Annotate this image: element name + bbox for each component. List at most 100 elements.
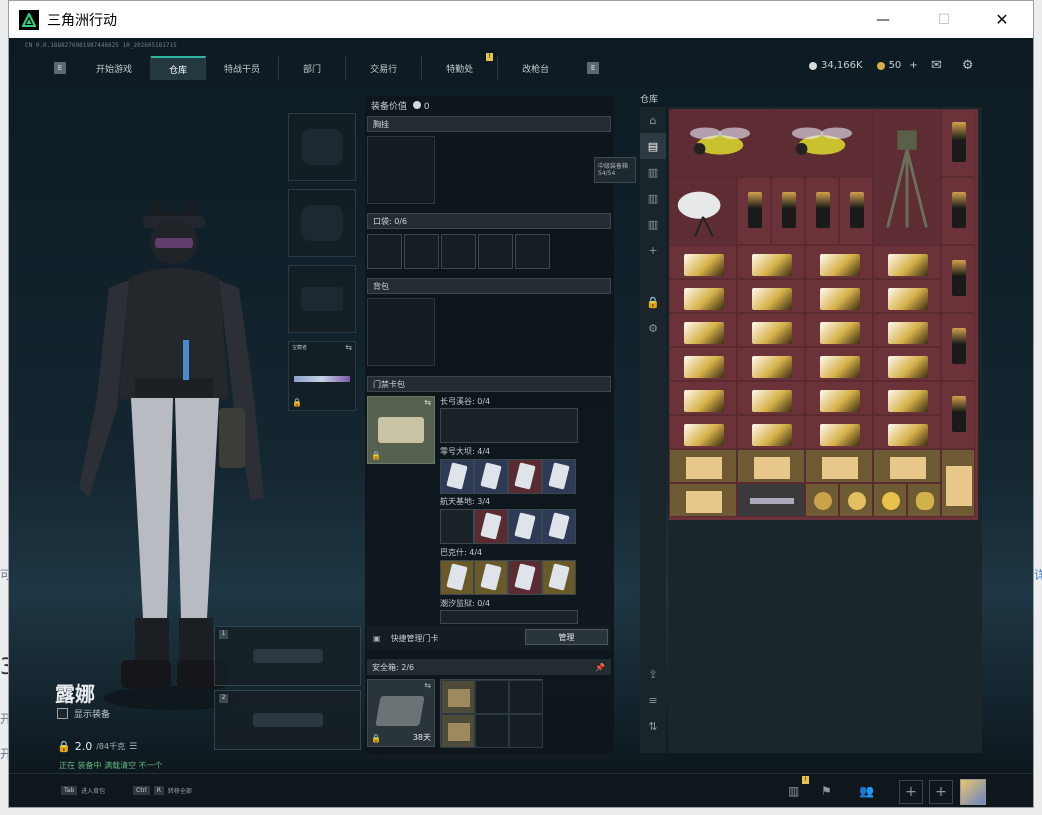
goods-package-item[interactable] — [873, 279, 941, 313]
goods-package-item[interactable] — [737, 245, 805, 279]
maximize-button[interactable]: ☐ — [921, 1, 967, 38]
scope-item[interactable] — [737, 483, 805, 517]
pocket-slot[interactable] — [441, 234, 476, 269]
goods-package-item[interactable] — [805, 245, 873, 279]
swap-icon[interactable]: ⇆ — [345, 343, 352, 352]
coffee-bag-item[interactable] — [941, 313, 975, 381]
container-tab-icon[interactable]: ▥ — [640, 159, 666, 185]
nav-next-key[interactable]: E — [587, 62, 600, 74]
gear-icon[interactable]: ⚙ — [962, 58, 974, 73]
pocket-slot[interactable] — [367, 234, 402, 269]
coffee-bag-item[interactable] — [771, 177, 805, 245]
coffee-bag-item[interactable] — [941, 245, 975, 313]
coffee-bag-item[interactable] — [805, 177, 839, 245]
tab-operators[interactable]: 特战干员 — [206, 56, 280, 80]
tab-warehouse[interactable]: 仓库 — [151, 56, 207, 80]
add-currency-button[interactable]: + — [909, 60, 917, 71]
goods-package-item[interactable] — [737, 415, 805, 449]
tab-start-game[interactable]: 开始游戏 — [78, 56, 152, 80]
manage-button[interactable]: 管理 — [525, 629, 608, 645]
add-tab-icon[interactable]: + — [640, 237, 666, 263]
goods-package-item[interactable] — [669, 381, 737, 415]
pin-icon[interactable]: 📌 — [595, 663, 605, 672]
goods-package-item[interactable] — [873, 381, 941, 415]
helmet-slot[interactable] — [288, 113, 356, 181]
goods-package-item[interactable] — [669, 313, 737, 347]
add-teammate-button[interactable]: + — [929, 780, 953, 804]
weapon-slot-2[interactable]: 2 — [214, 690, 361, 750]
goods-package-item[interactable] — [669, 245, 737, 279]
gold-item[interactable] — [907, 483, 941, 517]
coffee-bag-item[interactable] — [941, 381, 975, 449]
satellite-dish-item[interactable] — [669, 177, 737, 245]
checkbox[interactable] — [57, 708, 68, 719]
compass-item[interactable] — [805, 483, 839, 517]
wasp-drone-item[interactable] — [771, 109, 873, 177]
wasp-drone-item[interactable] — [669, 109, 771, 177]
coffee-bag-item[interactable] — [839, 177, 873, 245]
show-gear-toggle[interactable]: 显示装备 — [57, 707, 110, 720]
lock-icon[interactable]: 🔒 — [640, 289, 666, 315]
keycard-bag-slot[interactable]: 🔒 ⇆ — [367, 396, 435, 464]
magazine-item[interactable] — [441, 714, 475, 748]
chest-rig-slot[interactable] — [367, 136, 435, 204]
gear-icon[interactable]: ⚙ — [640, 315, 666, 341]
tripod-item[interactable] — [873, 109, 941, 245]
pocket-slot[interactable] — [515, 234, 550, 269]
document-item[interactable] — [805, 449, 873, 483]
add-teammate-button[interactable]: + — [899, 780, 923, 804]
flag-icon[interactable]: ⚑ — [821, 784, 832, 798]
document-item[interactable] — [941, 449, 975, 517]
weapon-slot-1[interactable]: 1 — [214, 626, 361, 686]
goods-package-item[interactable] — [873, 415, 941, 449]
goods-package-item[interactable] — [805, 347, 873, 381]
goods-package-item[interactable] — [737, 381, 805, 415]
container-tab-icon[interactable]: ▤ — [640, 133, 666, 159]
container-tab-icon[interactable]: ▥ — [640, 211, 666, 237]
tab-trading[interactable]: 交易行 — [346, 56, 423, 80]
gold-item[interactable] — [873, 483, 907, 517]
goods-package-item[interactable] — [873, 245, 941, 279]
goods-package-item[interactable] — [805, 381, 873, 415]
goods-package-item[interactable] — [669, 347, 737, 381]
sort-icon[interactable]: ⇅ — [640, 713, 666, 739]
layers-icon[interactable]: ≡ — [640, 687, 666, 713]
tab-gunsmith[interactable]: 改枪台 — [498, 56, 573, 80]
document-item[interactable] — [669, 449, 737, 483]
goods-package-item[interactable] — [873, 347, 941, 381]
goods-package-item[interactable] — [873, 313, 941, 347]
upload-icon[interactable]: ⇪ — [640, 661, 666, 687]
melee-slot[interactable]: 宝藏者 ⇆ 🔒 — [288, 341, 356, 411]
avatar[interactable] — [960, 779, 986, 805]
goods-package-item[interactable] — [737, 313, 805, 347]
watch-item[interactable] — [839, 483, 873, 517]
title-bar[interactable]: 三角洲行动 — ☐ ✕ — [9, 1, 1033, 38]
safebox-slot[interactable]: 🔒 ⇆ 38天 — [367, 679, 435, 747]
goods-package-item[interactable] — [805, 415, 873, 449]
goods-package-item[interactable] — [805, 279, 873, 313]
goods-package-item[interactable] — [669, 279, 737, 313]
pistol-slot[interactable] — [288, 265, 356, 333]
swap-icon[interactable]: ⇆ — [424, 398, 431, 407]
container-tab-icon[interactable]: ▥ — [640, 185, 666, 211]
goods-package-item[interactable] — [669, 415, 737, 449]
goods-package-item[interactable] — [737, 347, 805, 381]
goods-package-item[interactable] — [737, 279, 805, 313]
goods-package-item[interactable] — [805, 313, 873, 347]
mail-icon[interactable]: ✉ — [931, 58, 942, 73]
tab-special-ops[interactable]: 特勤处 — [422, 56, 499, 80]
coffee-bag-item[interactable] — [941, 177, 975, 245]
pocket-slot[interactable] — [404, 234, 439, 269]
nav-prev-key[interactable]: E — [54, 62, 66, 74]
swap-icon[interactable]: ⇆ — [424, 681, 431, 690]
document-item[interactable] — [737, 449, 805, 483]
list-icon[interactable]: ☰ — [129, 742, 137, 752]
armor-slot[interactable] — [288, 189, 356, 257]
pocket-slot[interactable] — [478, 234, 513, 269]
warehouse-tab-icon[interactable]: ⌂ — [640, 107, 666, 133]
document-item[interactable] — [669, 483, 737, 517]
tab-department[interactable]: 部门 — [279, 56, 347, 80]
coffee-bag-item[interactable] — [737, 177, 771, 245]
minimize-button[interactable]: — — [860, 1, 906, 38]
coffee-bag-item[interactable] — [941, 109, 975, 177]
